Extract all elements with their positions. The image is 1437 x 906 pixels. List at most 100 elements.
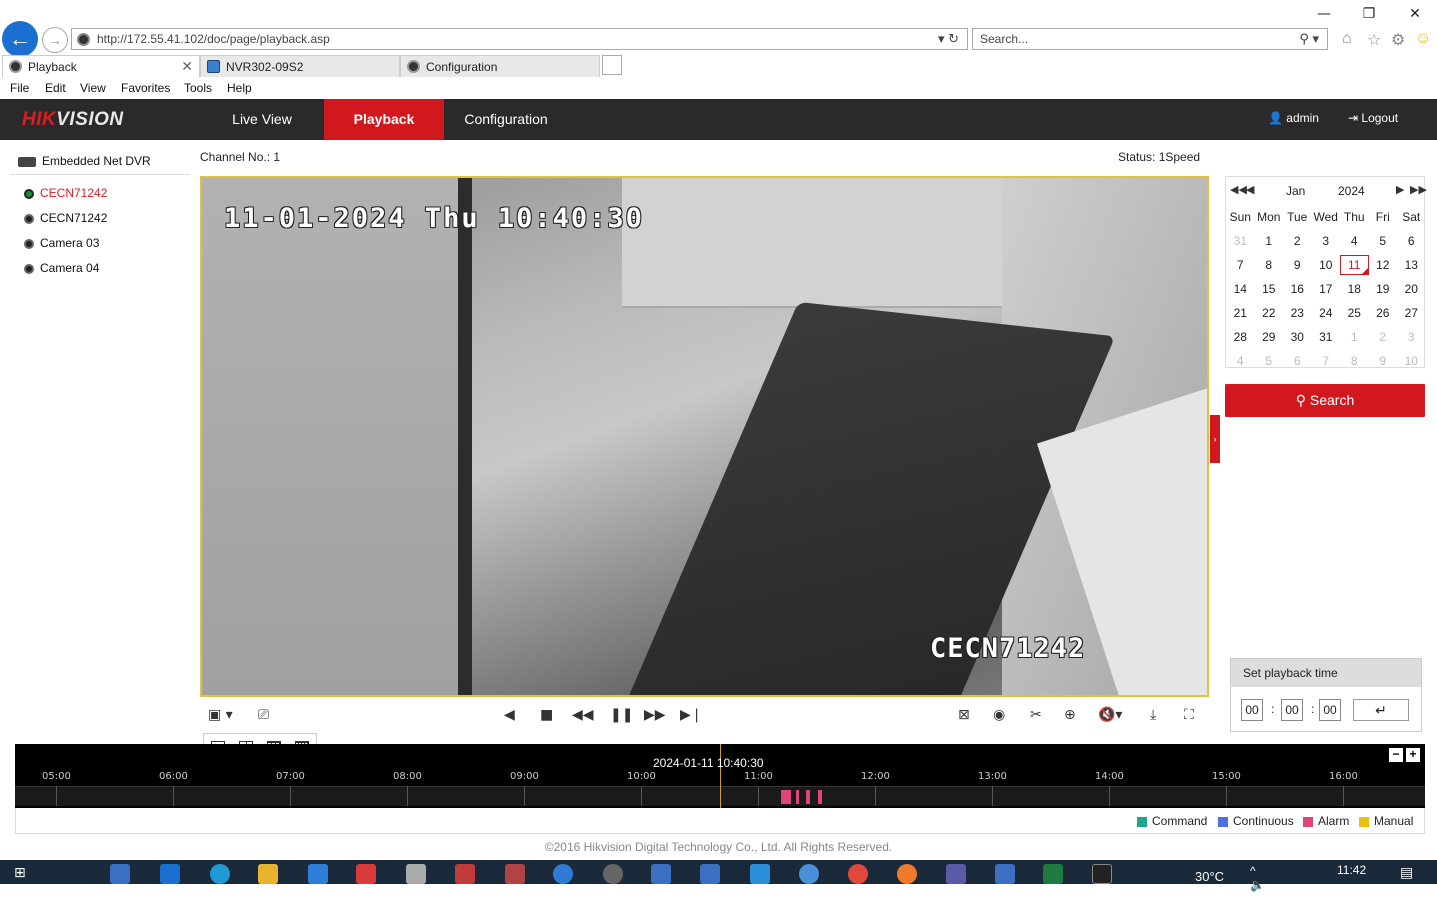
calendar-day[interactable]: 2	[1369, 330, 1398, 344]
close-window-button[interactable]: ✕	[1403, 6, 1427, 22]
calendar-day[interactable]: 25	[1340, 306, 1369, 320]
video-window[interactable]: 11-01-2024 Thu 10:40:30 CECN71242	[200, 176, 1209, 697]
taskbar-app-icon[interactable]	[750, 864, 770, 884]
calendar-day[interactable]: 20	[1397, 282, 1426, 296]
refresh-icon[interactable]: ▾ ↻	[938, 31, 959, 47]
address-bar[interactable]: http://172.55.41.102/doc/page/playback.a…	[71, 28, 968, 50]
apply-time-button[interactable]: ↵	[1353, 699, 1409, 721]
tree-camera-2[interactable]: CECN71242	[24, 211, 107, 225]
tree-camera-1[interactable]: CECN71242	[24, 186, 107, 200]
excel-icon[interactable]	[1043, 864, 1063, 884]
calendar-day[interactable]: 31	[1312, 330, 1341, 344]
forward-button[interactable]: →	[42, 27, 68, 53]
smiley-feedback-icon[interactable]: ☺	[1415, 30, 1431, 48]
calendar-day[interactable]: 7	[1226, 258, 1255, 272]
window-layout-icon[interactable]: ▣ ▾	[208, 707, 233, 723]
tree-camera-4[interactable]: Camera 04	[24, 261, 99, 275]
prev-year-icon[interactable]: ◀◀	[1230, 183, 1247, 196]
clip-scissors-icon[interactable]: ✂	[1030, 707, 1042, 723]
calendar-day[interactable]: 27	[1397, 306, 1426, 320]
user-menu[interactable]: 👤 admin	[1268, 111, 1319, 125]
maximize-button[interactable]: ❐	[1357, 6, 1381, 22]
menu-help[interactable]: Help	[227, 81, 252, 95]
calendar-day[interactable]: 1	[1255, 234, 1284, 248]
hour-input[interactable]: 00	[1241, 699, 1263, 721]
timeline-cursor[interactable]	[720, 744, 721, 808]
calendar-day[interactable]: 10	[1397, 354, 1426, 368]
calendar-day[interactable]: 28	[1226, 330, 1255, 344]
home-icon[interactable]: ⌂	[1342, 30, 1352, 48]
new-tab-button[interactable]	[602, 55, 622, 75]
tab-configuration[interactable]: Configuration	[400, 55, 600, 77]
frame-forward-icon[interactable]: ▶❘	[680, 707, 703, 723]
menu-edit[interactable]: Edit	[45, 81, 66, 95]
reverse-icon[interactable]: ◀	[504, 707, 515, 723]
calendar-day[interactable]: 29	[1255, 330, 1284, 344]
windows-start-icon[interactable]: ⊞	[14, 864, 34, 884]
calendar-day[interactable]: 16	[1283, 282, 1312, 296]
file-explorer-icon[interactable]	[258, 864, 278, 884]
calendar-day[interactable]: 15	[1255, 282, 1284, 296]
tab-playback[interactable]: Playback ✕	[2, 55, 200, 77]
menu-tools[interactable]: Tools	[184, 81, 212, 95]
zoom-out-button[interactable]: −	[1389, 748, 1403, 762]
calendar-day[interactable]: 26	[1369, 306, 1398, 320]
zoom-in-button[interactable]: +	[1406, 748, 1420, 762]
nav-configuration[interactable]: Configuration	[444, 99, 568, 140]
calendar-day[interactable]: 1	[1340, 330, 1369, 344]
calendar-day[interactable]: 31	[1226, 234, 1255, 248]
prev-month-icon[interactable]: ◀	[1246, 183, 1254, 196]
calendar-day[interactable]: 2	[1283, 234, 1312, 248]
calendar-day[interactable]: 6	[1397, 234, 1426, 248]
calendar-day[interactable]: 5	[1369, 234, 1398, 248]
taskbar-app-icon[interactable]	[356, 864, 376, 884]
chrome-icon[interactable]	[848, 864, 868, 884]
nav-live-view[interactable]: Live View	[200, 99, 324, 140]
menu-favorites[interactable]: Favorites	[121, 81, 170, 95]
calendar-day[interactable]: 19	[1369, 282, 1398, 296]
tree-root-dvr[interactable]: Embedded Net DVR	[18, 154, 151, 168]
calendar-day[interactable]: 7	[1312, 354, 1341, 368]
next-month-icon[interactable]: ▶	[1396, 183, 1404, 196]
zoom-icon[interactable]: ⊕	[1064, 707, 1076, 723]
calendar-day-selected[interactable]: 11	[1340, 255, 1369, 275]
taskbar-clock[interactable]: 11:42	[1337, 863, 1366, 877]
settings-gear-icon[interactable]: ⚙	[1391, 30, 1405, 50]
minute-input[interactable]: 00	[1281, 699, 1303, 721]
menu-view[interactable]: View	[80, 81, 106, 95]
tab-nvr[interactable]: NVR302-09S2	[200, 55, 400, 77]
calendar-month[interactable]: Jan	[1286, 184, 1305, 198]
edge-icon[interactable]	[210, 864, 230, 884]
calendar-day[interactable]: 3	[1312, 234, 1341, 248]
taskbar-app-icon[interactable]	[700, 864, 720, 884]
calendar-day[interactable]: 5	[1255, 354, 1284, 368]
menu-file[interactable]: File	[10, 81, 29, 95]
calendar-year[interactable]: 2024	[1338, 184, 1365, 198]
calendar-day[interactable]: 9	[1283, 258, 1312, 272]
taskbar-app-icon[interactable]	[651, 864, 671, 884]
taskbar-app-icon[interactable]	[455, 864, 475, 884]
weather-temperature[interactable]: 30°C	[1195, 869, 1224, 884]
camera-snapshot-icon[interactable]: ◉	[993, 707, 1005, 723]
search-icon[interactable]: ⚲ ▾	[1299, 31, 1319, 47]
favorites-star-icon[interactable]: ☆	[1367, 30, 1381, 50]
fullscreen-icon[interactable]: ⛶	[1184, 707, 1194, 723]
notifications-icon[interactable]: ▤	[1400, 864, 1420, 884]
pause-icon[interactable]: ❚❚	[610, 707, 633, 723]
outlook-icon[interactable]	[160, 864, 180, 884]
calendar-day[interactable]: 8	[1340, 354, 1369, 368]
firefox-icon[interactable]	[897, 864, 917, 884]
calendar-day[interactable]: 22	[1255, 306, 1284, 320]
calendar-day[interactable]: 4	[1226, 354, 1255, 368]
calendar-day[interactable]: 24	[1312, 306, 1341, 320]
nav-playback[interactable]: Playback	[324, 99, 444, 140]
calendar-day[interactable]: 6	[1283, 354, 1312, 368]
system-tray-icons[interactable]: ^ 🔈 ▭	[1250, 864, 1270, 906]
taskbar-app-icon[interactable]	[799, 864, 819, 884]
calendar-day[interactable]: 12	[1369, 258, 1398, 272]
next-year-icon[interactable]: ▶▶	[1410, 183, 1427, 196]
logout-button[interactable]: ⇥ Logout	[1348, 111, 1398, 125]
browser-search-box[interactable]: Search... ⚲ ▾	[972, 28, 1328, 50]
store-icon[interactable]	[308, 864, 328, 884]
slow-icon[interactable]: ◀◀	[572, 707, 594, 723]
